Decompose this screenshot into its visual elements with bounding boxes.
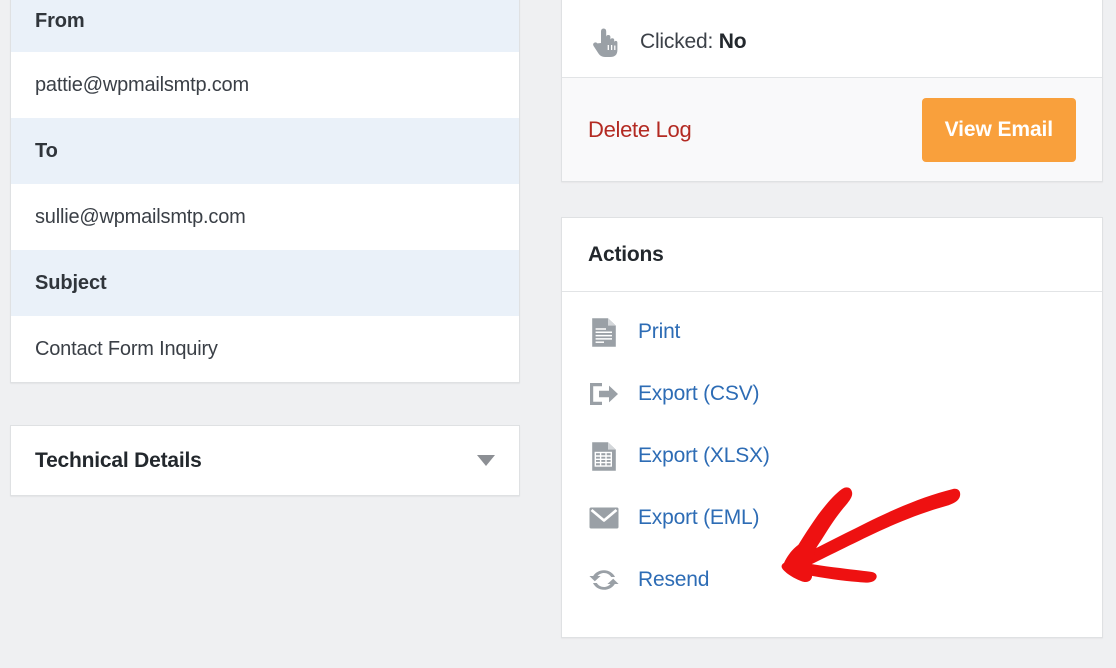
meta-label-from: From <box>35 9 85 32</box>
meta-header-to: To <box>11 118 519 184</box>
action-label-export-csv: Export (CSV) <box>638 382 760 405</box>
action-label-export-eml: Export (EML) <box>638 506 760 529</box>
actions-panel: Actions Print Export (CSV) Export (XLSX)… <box>561 217 1103 638</box>
action-item-export-eml[interactable]: Export (EML) <box>562 487 1102 549</box>
action-label-export-xlsx: Export (XLSX) <box>638 444 770 467</box>
actions-title: Actions <box>588 242 664 266</box>
export-arrow-icon <box>588 378 620 410</box>
chevron-down-icon[interactable] <box>477 455 495 466</box>
email-meta-panel: From pattie@wpmailsmtp.com To sullie@wpm… <box>10 0 520 383</box>
meta-header-subject: Subject <box>11 250 519 316</box>
status-label-clicked: Clicked: <box>640 30 714 53</box>
left-column: From pattie@wpmailsmtp.com To sullie@wpm… <box>10 0 520 496</box>
action-item-export-csv[interactable]: Export (CSV) <box>562 363 1102 425</box>
document-lines-icon <box>588 316 620 348</box>
to-address: sullie@wpmailsmtp.com <box>35 205 246 228</box>
actions-panel-header: Actions <box>562 218 1102 292</box>
email-status-panel: Opened: Yes Clicked: <box>561 0 1103 182</box>
status-text-clicked: Clicked: No <box>640 30 747 54</box>
meta-value-from: pattie@wpmailsmtp.com <box>11 52 519 118</box>
status-value-clicked: No <box>718 30 747 53</box>
envelope-icon <box>588 502 620 534</box>
status-footer: Delete Log View Email <box>562 77 1102 181</box>
meta-label-to: To <box>35 139 58 162</box>
meta-value-to: sullie@wpmailsmtp.com <box>11 184 519 250</box>
action-item-export-xlsx[interactable]: Export (XLSX) <box>562 425 1102 487</box>
action-item-print[interactable]: Print <box>562 301 1102 363</box>
technical-details-accordion[interactable]: Technical Details <box>10 425 520 496</box>
from-address: pattie@wpmailsmtp.com <box>35 73 249 96</box>
view-email-button[interactable]: View Email <box>921 97 1076 162</box>
actions-list: Print Export (CSV) Export (XLSX) Export … <box>562 292 1102 611</box>
technical-details-title: Technical Details <box>35 448 202 472</box>
right-column: Opened: Yes Clicked: <box>561 0 1103 638</box>
action-label-print: Print <box>638 320 681 343</box>
delete-log-link[interactable]: Delete Log <box>588 117 692 143</box>
spreadsheet-icon <box>588 440 620 472</box>
refresh-cycle-icon <box>588 564 620 596</box>
meta-header-from: From <box>11 0 519 52</box>
status-row-clicked: Clicked: No <box>562 11 1102 73</box>
subject-text: Contact Form Inquiry <box>35 337 218 360</box>
meta-label-subject: Subject <box>35 271 107 294</box>
action-label-resend: Resend <box>638 568 710 591</box>
status-list: Opened: Yes Clicked: <box>562 0 1102 77</box>
status-row-opened: Opened: Yes <box>562 0 1102 11</box>
meta-value-subject: Contact Form Inquiry <box>11 316 519 382</box>
email-log-detail-screen: From pattie@wpmailsmtp.com To sullie@wpm… <box>0 0 1116 668</box>
action-item-resend[interactable]: Resend <box>562 549 1102 611</box>
pointing-hand-icon <box>588 25 622 59</box>
